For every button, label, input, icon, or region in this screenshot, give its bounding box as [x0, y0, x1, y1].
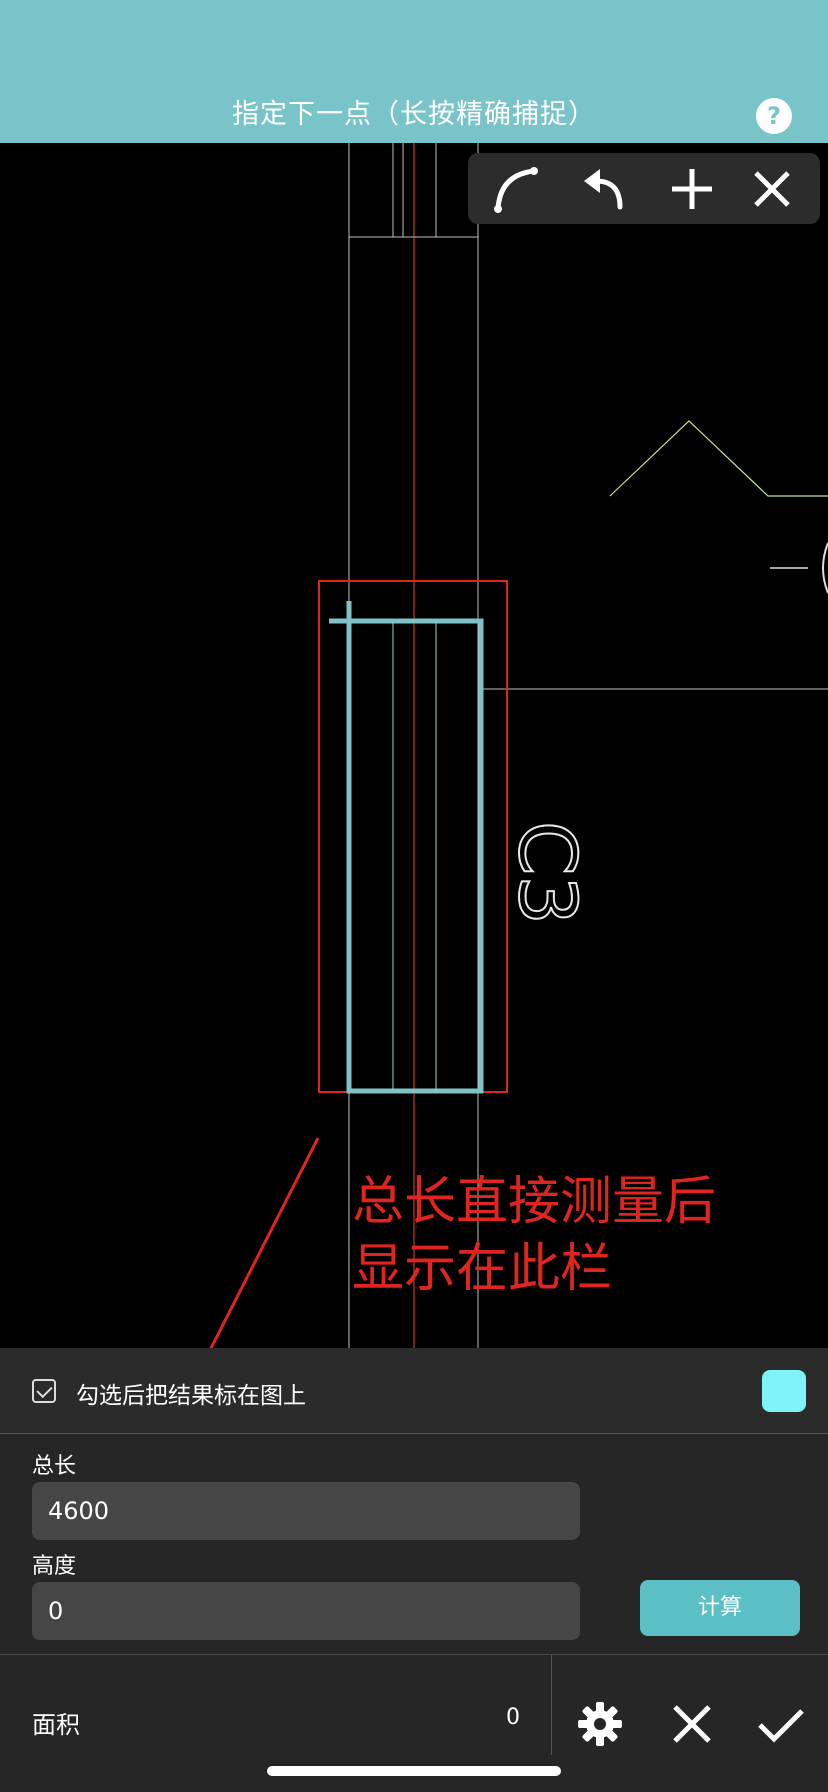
drawing-svg: C3 [209, 143, 828, 1348]
undo-icon[interactable] [576, 161, 632, 217]
calculate-button[interactable]: 计算 [640, 1580, 800, 1636]
drawing-canvas[interactable]: C3 总长直接测量后 显示在此栏 [0, 143, 828, 1348]
mark-result-row: 勾选后把结果标在图上 [0, 1348, 828, 1434]
measured-rectangle [346, 618, 484, 1094]
elevation-triangle [609, 420, 828, 497]
confirm-icon[interactable] [756, 1699, 806, 1749]
divider [551, 1655, 552, 1755]
total-length-field[interactable]: 4600 [32, 1482, 580, 1540]
mark-color-swatch[interactable] [762, 1370, 806, 1412]
area-value: 0 [506, 1705, 520, 1730]
instruction-title: 指定下一点（长按精确捕捉） [232, 99, 596, 130]
partial-circle [822, 542, 828, 594]
home-indicator[interactable] [267, 1766, 561, 1776]
annotation-arrow [209, 1137, 320, 1348]
mark-on-drawing-checkbox[interactable] [32, 1379, 56, 1403]
area-label: 面积 [32, 1711, 80, 1739]
cancel-icon[interactable] [667, 1699, 717, 1749]
total-length-label: 总长 [32, 1454, 77, 1479]
annotation-line-1: 总长直接测量后 [352, 1172, 717, 1232]
plus-icon[interactable] [664, 161, 720, 217]
close-icon[interactable] [744, 161, 800, 217]
help-icon[interactable]: ? [756, 98, 792, 134]
title-bar: 指定下一点（长按精确捕捉） ? [0, 0, 828, 143]
height-label: 高度 [32, 1554, 77, 1579]
mark-on-drawing-label: 勾选后把结果标在图上 [76, 1383, 306, 1409]
measurement-panel: 勾选后把结果标在图上 总长 4600 高度 0 计算 面积 0 [0, 1348, 828, 1792]
gear-icon[interactable] [575, 1699, 625, 1749]
drawing-toolbar [468, 153, 820, 224]
height-field[interactable]: 0 [32, 1582, 580, 1640]
arc-icon[interactable] [488, 161, 544, 217]
column-label: C3 [501, 821, 591, 925]
annotation-line-2: 显示在此栏 [352, 1239, 613, 1299]
